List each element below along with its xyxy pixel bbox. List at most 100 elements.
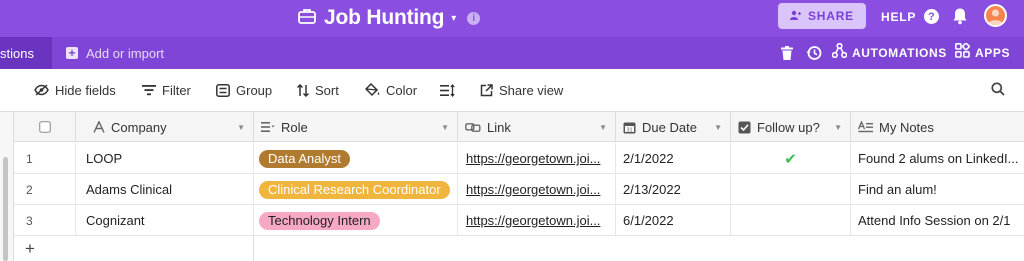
cell-follow-up[interactable] xyxy=(731,174,851,205)
base-title-text[interactable]: Job Hunting xyxy=(324,6,444,30)
share-button[interactable]: SHARE xyxy=(778,3,866,29)
column-label-company: Company xyxy=(111,119,167,135)
table-row[interactable]: 3 Cognizant Technology Intern https://ge… xyxy=(14,205,1024,236)
role-pill: Data Analyst xyxy=(259,149,350,168)
chevron-down-icon[interactable]: ▼ xyxy=(237,123,245,132)
help-button[interactable]: HELP ? xyxy=(881,9,940,24)
avatar[interactable] xyxy=(984,4,1007,27)
table-row[interactable]: 2 Adams Clinical Clinical Research Coord… xyxy=(14,174,1024,205)
chevron-down-icon[interactable]: ▼ xyxy=(441,123,449,132)
color-button[interactable]: Color xyxy=(365,82,417,98)
cell-role[interactable]: Clinical Research Coordinator xyxy=(254,174,458,205)
text-field-icon xyxy=(93,121,105,133)
share-view-icon xyxy=(480,83,493,96)
cell-company[interactable]: Adams Clinical xyxy=(76,174,254,205)
column-header-role[interactable]: Role ▼ xyxy=(254,112,458,142)
row-height-icon[interactable] xyxy=(440,82,461,98)
apps-button[interactable]: APPS xyxy=(955,37,1010,69)
group-button[interactable]: Group xyxy=(216,82,272,98)
people-icon xyxy=(789,10,801,23)
automations-label: AUTOMATIONS xyxy=(852,46,947,60)
hide-fields-button[interactable]: Hide fields xyxy=(34,82,116,98)
cell-due-date[interactable]: 6/1/2022 xyxy=(616,205,731,236)
add-or-import-button[interactable]: + Add or import xyxy=(66,37,164,69)
select-all-checkbox-cell[interactable] xyxy=(14,112,76,142)
cell-link[interactable]: https://georgetown.joi... xyxy=(458,174,616,205)
plus-icon: + xyxy=(66,47,78,59)
column-label-follow-up: Follow up? xyxy=(757,119,820,135)
share-view-button[interactable]: Share view xyxy=(480,82,563,98)
checkbox-icon xyxy=(38,121,51,133)
table-tab-bar: stions + Add or import AUTOMATIONS APPS xyxy=(0,37,1024,69)
search-icon[interactable] xyxy=(991,82,1005,101)
cell-notes[interactable]: Found 2 alums on LinkedI... xyxy=(851,143,1024,174)
automations-icon xyxy=(831,42,848,63)
grid-header-row: Company ▼ Role ▼ Link ▼ 31 Due Date ▼ Fo… xyxy=(14,112,1024,142)
column-label-link: Link xyxy=(487,119,511,135)
info-icon[interactable]: i xyxy=(467,11,481,25)
help-label: HELP xyxy=(881,9,917,24)
vertical-scrollbar[interactable] xyxy=(3,157,8,261)
column-label-my-notes: My Notes xyxy=(879,119,934,135)
role-pill: Clinical Research Coordinator xyxy=(259,180,450,199)
paint-bucket-icon xyxy=(365,83,380,97)
eye-slash-icon xyxy=(34,84,49,96)
column-label-due-date: Due Date xyxy=(642,119,697,135)
filter-button[interactable]: Filter xyxy=(142,82,191,98)
add-row-button[interactable]: + xyxy=(14,236,254,261)
table-row[interactable]: 1 LOOP Data Analyst https://georgetown.j… xyxy=(14,143,1024,174)
link-url[interactable]: https://georgetown.joi... xyxy=(466,182,600,197)
checkbox-field-icon xyxy=(738,121,751,134)
bell-icon[interactable] xyxy=(952,7,968,30)
url-field-icon xyxy=(465,122,481,133)
cell-company[interactable]: LOOP xyxy=(76,143,254,174)
sort-icon xyxy=(297,83,309,97)
chevron-down-icon[interactable]: ▼ xyxy=(714,123,722,132)
sort-label: Sort xyxy=(315,82,339,98)
sort-button[interactable]: Sort xyxy=(297,82,339,98)
group-label: Group xyxy=(236,82,273,98)
cell-role[interactable]: Data Analyst xyxy=(254,143,458,174)
row-number: 1 xyxy=(14,143,76,174)
tab-active-table[interactable]: stions xyxy=(0,37,52,69)
column-header-due-date[interactable]: 31 Due Date ▼ xyxy=(616,112,731,142)
column-header-company[interactable]: Company ▼ xyxy=(76,112,254,142)
calendar-icon: 31 xyxy=(623,121,636,134)
filter-label: Filter xyxy=(162,82,191,98)
chevron-down-icon[interactable]: ▼ xyxy=(599,123,607,132)
plus-icon: + xyxy=(25,239,35,258)
column-header-my-notes[interactable]: My Notes xyxy=(851,112,1024,142)
cell-notes[interactable]: Find an alum! xyxy=(851,174,1024,205)
trash-icon[interactable] xyxy=(781,37,793,69)
cell-follow-up[interactable]: ✔ xyxy=(731,143,851,174)
cell-due-date[interactable]: 2/1/2022 xyxy=(616,143,731,174)
view-toolbar: Hide fields Filter Group Sort Color Shar… xyxy=(0,69,1024,112)
chevron-down-icon[interactable]: ▾ xyxy=(451,13,456,24)
history-icon[interactable] xyxy=(806,37,822,69)
column-header-follow-up[interactable]: Follow up? ▼ xyxy=(731,112,851,142)
add-or-import-label: Add or import xyxy=(86,45,165,61)
cell-company[interactable]: Cognizant xyxy=(76,205,254,236)
base-title[interactable]: Job Hunting ▾ i xyxy=(298,5,481,31)
checkmark-icon[interactable]: ✔ xyxy=(784,150,797,168)
cell-follow-up[interactable] xyxy=(731,205,851,236)
cell-notes[interactable]: Attend Info Session on 2/1 xyxy=(851,205,1024,236)
link-url[interactable]: https://georgetown.joi... xyxy=(466,151,600,166)
automations-button[interactable]: AUTOMATIONS xyxy=(831,37,947,69)
chevron-down-icon[interactable]: ▼ xyxy=(834,123,842,132)
row-number: 3 xyxy=(14,205,76,236)
cell-due-date[interactable]: 2/13/2022 xyxy=(616,174,731,205)
share-view-label: Share view xyxy=(499,82,564,98)
apps-label: APPS xyxy=(975,46,1011,60)
row-number: 2 xyxy=(14,174,76,205)
filter-icon xyxy=(142,85,156,96)
cell-role[interactable]: Technology Intern xyxy=(254,205,458,236)
share-button-label: SHARE xyxy=(807,9,854,23)
cell-link[interactable]: https://georgetown.joi... xyxy=(458,205,616,236)
long-text-icon xyxy=(858,121,873,133)
tab-label: stions xyxy=(0,45,34,61)
link-url[interactable]: https://georgetown.joi... xyxy=(466,213,600,228)
column-header-link[interactable]: Link ▼ xyxy=(458,112,616,142)
grid-left-gutter xyxy=(0,112,14,261)
cell-link[interactable]: https://georgetown.joi... xyxy=(458,143,616,174)
